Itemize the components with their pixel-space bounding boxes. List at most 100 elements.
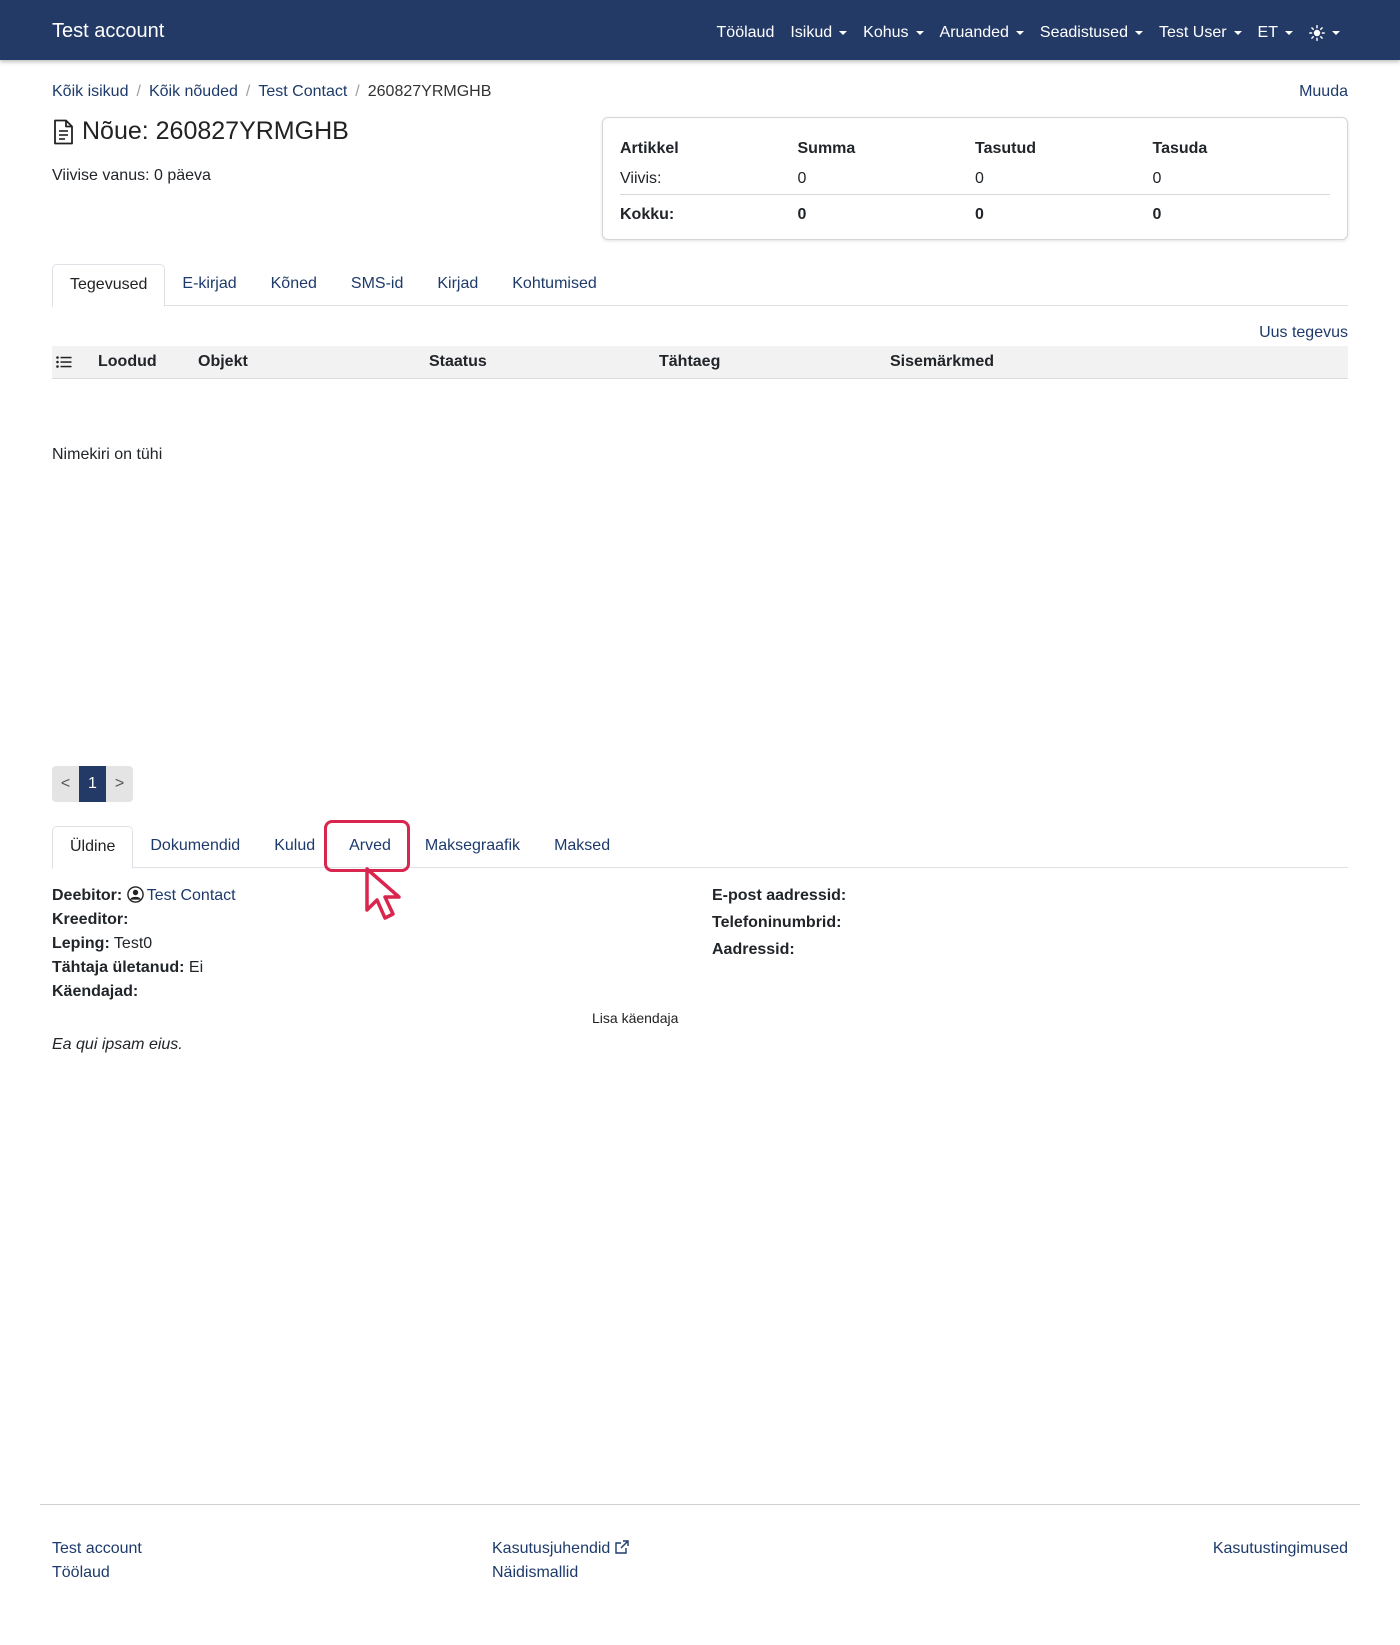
user-circle-icon <box>126 886 144 903</box>
sun-icon <box>1309 25 1325 41</box>
nav-item-language[interactable]: ET <box>1258 24 1293 42</box>
add-guarantor-button[interactable]: Lisa käendaja <box>592 1010 678 1026</box>
footer-link-terms[interactable]: Kasutustingimused <box>1213 1537 1348 1561</box>
debtor-link[interactable]: Test Contact <box>147 887 236 904</box>
column-header[interactable]: Tähtaeg <box>659 353 720 371</box>
nav-menu: Töölaud Isikud Kohus Aruanded Seadistuse… <box>717 24 1340 42</box>
debtor-label: Deebitor: <box>52 887 123 904</box>
tab-sms-id[interactable]: SMS-id <box>334 264 420 306</box>
caret-down-icon <box>915 31 924 35</box>
breadcrumb-separator: / <box>245 83 251 100</box>
tab-koned[interactable]: Kõned <box>254 264 334 306</box>
claim-tabs: Üldine Dokumendid Kulud Arved Maksegraaf… <box>52 826 1348 869</box>
nav-item-label: Aruanded <box>939 24 1009 41</box>
nav-item-aruanded[interactable]: Aruanded <box>940 24 1024 42</box>
activities-table-header: Loodud Objekt Staatus Tähtaeg Sisemärkme… <box>52 346 1348 379</box>
guarantors-label: Käendajad: <box>52 983 139 1000</box>
summary-cell: 0 <box>797 170 807 187</box>
phones-label: Telefoninumbrid: <box>712 914 842 931</box>
caret-down-icon <box>839 31 848 35</box>
footer-link-dashboard[interactable]: Töölaud <box>52 1561 142 1585</box>
footer-divider <box>40 1504 1360 1505</box>
column-header[interactable]: Objekt <box>198 353 248 371</box>
summary-header-row: Artikkel Summa Tasutud Tasuda <box>620 134 1330 164</box>
nav-item-label: Töölaud <box>716 24 775 41</box>
pagination: < 1 > <box>52 766 133 802</box>
contact-info: E-post aadressid: Telefoninumbrid: Aadre… <box>712 882 846 963</box>
claim-details: Deebitor: Test Contact Kreeditor: Leping… <box>52 884 236 1004</box>
nav-item-label: Test User <box>1158 24 1227 41</box>
nav-item-label: Isikud <box>790 24 833 41</box>
breadcrumb-separator: / <box>355 83 360 100</box>
creditor-row: Kreeditor: <box>52 908 236 932</box>
tab-kirjad[interactable]: Kirjad <box>420 264 495 306</box>
nav-item-isikud[interactable]: Isikud <box>790 24 848 42</box>
footer-link-guides[interactable]: Kasutusjuhendid <box>492 1537 630 1561</box>
footer-col-right: Kasutustingimused <box>1213 1537 1348 1561</box>
breadcrumb-all-persons[interactable]: Kõik isikud <box>52 83 128 101</box>
breadcrumb-separator: / <box>136 83 141 100</box>
edit-link[interactable]: Muuda <box>1299 83 1348 101</box>
nav-item-kohus[interactable]: Kohus <box>863 24 924 42</box>
nav-item-label: Seadistused <box>1039 24 1128 41</box>
pagination-next[interactable]: > <box>106 766 133 802</box>
column-header[interactable]: Sisemärkmed <box>890 353 994 371</box>
summary-total-row: Kokku: 0 0 0 <box>620 195 1330 235</box>
tab-maksegraafik[interactable]: Maksegraafik <box>408 826 537 868</box>
contract-row: Leping: Test0 <box>52 932 236 956</box>
summary-cell: Viivis: <box>620 170 662 187</box>
empty-list-message: Nimekiri on tühi <box>52 446 163 463</box>
list-icon[interactable] <box>56 356 72 368</box>
addresses-label: Aadressid: <box>712 941 795 958</box>
tab-kulud[interactable]: Kulud <box>257 826 332 868</box>
breadcrumb-all-claims[interactable]: Kõik nõuded <box>149 83 238 101</box>
caret-down-icon <box>1285 31 1293 35</box>
tab-dokumendid[interactable]: Dokumendid <box>133 826 257 868</box>
pagination-prev[interactable]: < <box>52 766 79 802</box>
column-header[interactable]: Staatus <box>429 353 487 371</box>
nav-item-label: Kohus <box>863 24 909 41</box>
tab-maksed[interactable]: Maksed <box>537 826 627 868</box>
brand-link[interactable]: Test account <box>52 20 164 43</box>
breadcrumb: Kõik isikud / Kõik nõuded / Test Contact… <box>52 83 491 101</box>
summary-total-cell: 0 <box>797 206 807 223</box>
summary-header-cell: Artikkel <box>620 140 679 157</box>
column-header[interactable]: Loodud <box>98 353 157 371</box>
summary-cell: 0 <box>1152 170 1162 187</box>
breadcrumb-current: 260827YRMGHB <box>367 83 492 100</box>
summary-total-cell: Kokku: <box>620 206 675 223</box>
summary-header-cell: Tasuda <box>1152 140 1208 157</box>
nav-item-user-menu[interactable]: Test User <box>1159 24 1242 42</box>
summary-row: Viivis: 0 0 0 <box>620 164 1330 195</box>
footer-link-guides-label: Kasutusjuhendid <box>492 1540 611 1557</box>
tab-kohtumised[interactable]: Kohtumised <box>495 264 614 306</box>
caret-down-icon <box>1332 31 1340 35</box>
emails-label: E-post aadressid: <box>712 887 847 904</box>
tab-uldine[interactable]: Üldine <box>52 826 134 869</box>
contract-label: Leping: <box>52 935 110 952</box>
footer-link-templates[interactable]: Näidismallid <box>492 1561 630 1585</box>
mouse-pointer-icon <box>365 867 401 920</box>
theme-toggle[interactable] <box>1309 25 1340 41</box>
caret-down-icon <box>1233 31 1242 35</box>
page-title: Nõue: 260827YRMGHB <box>52 117 349 146</box>
summary-total-cell: 0 <box>975 206 984 223</box>
claim-summary-table: Artikkel Summa Tasutud Tasuda Viivis: 0 … <box>602 117 1348 240</box>
tab-e-kirjad[interactable]: E-kirjad <box>165 264 253 306</box>
claim-note: Ea qui ipsam eius. <box>52 1036 183 1053</box>
nav-item-toolaud[interactable]: Töölaud <box>717 24 775 42</box>
tab-tegevused[interactable]: Tegevused <box>52 264 166 307</box>
summary-total-cell: 0 <box>1152 206 1162 223</box>
footer-link-account[interactable]: Test account <box>52 1537 142 1561</box>
breadcrumb-contact[interactable]: Test Contact <box>258 83 347 101</box>
pagination-page[interactable]: 1 <box>79 766 106 802</box>
highlight-box <box>324 820 410 872</box>
contract-value: Test0 <box>113 935 153 952</box>
activity-tabs: Tegevused E-kirjad Kõned SMS-id Kirjad K… <box>52 264 1348 307</box>
nav-item-seadistused[interactable]: Seadistused <box>1040 24 1143 42</box>
top-navbar: Test account Töölaud Isikud Kohus Aruand… <box>0 0 1400 60</box>
caret-down-icon <box>1015 31 1024 35</box>
page-title-text: Nõue: 260827YRMGHB <box>82 117 349 145</box>
creditor-label: Kreeditor: <box>52 911 129 928</box>
new-action-link[interactable]: Uus tegevus <box>1259 324 1348 342</box>
